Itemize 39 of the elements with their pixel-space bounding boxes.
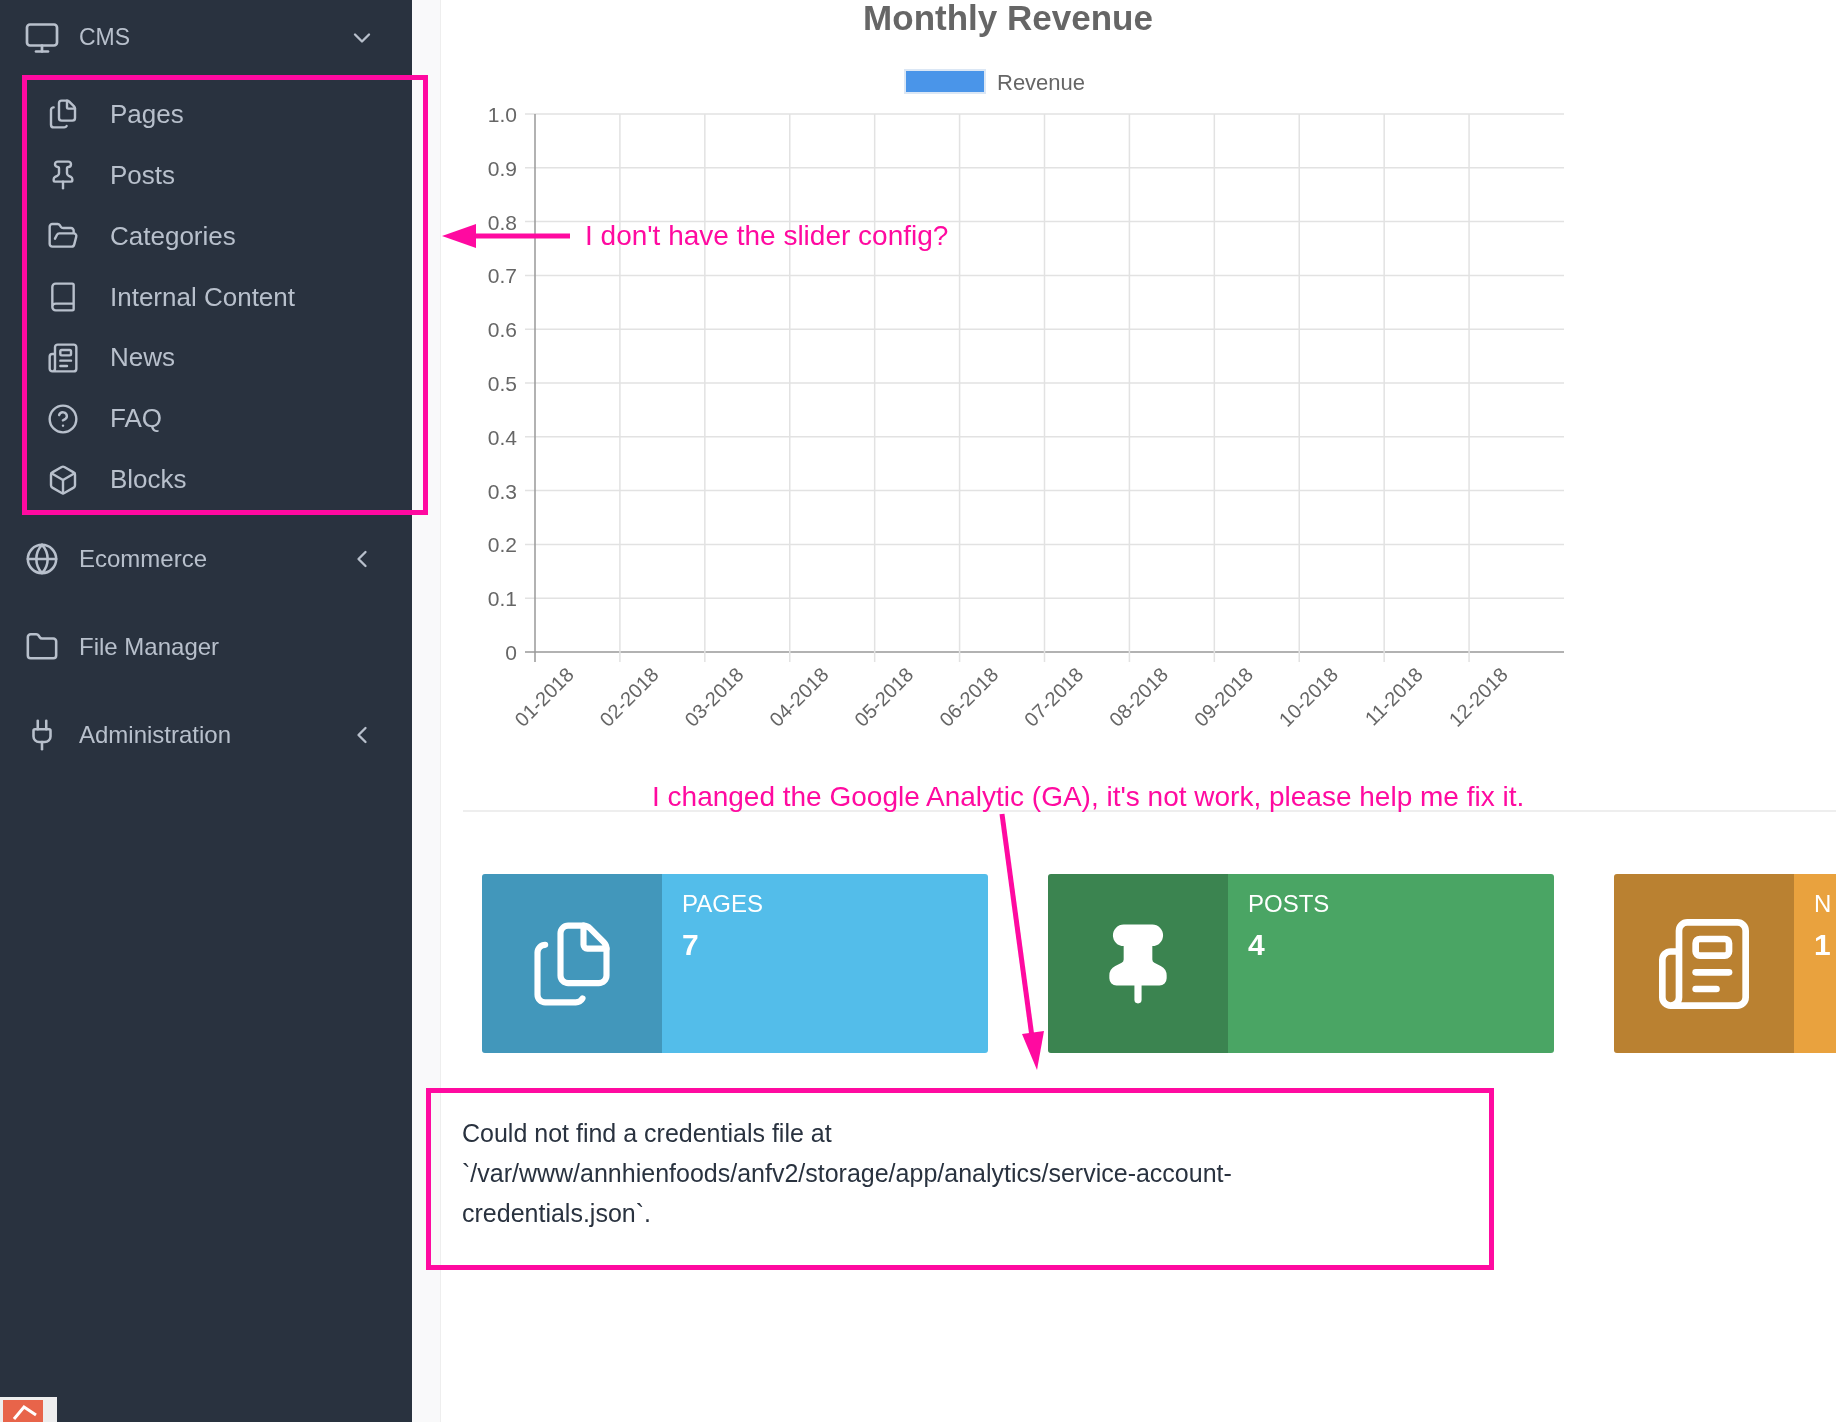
nav-item[interactable]: Posts (27, 144, 387, 206)
legend-label: Revenue (997, 70, 1086, 95)
newspaper-icon (47, 341, 79, 374)
card-value: 4 (1248, 927, 1266, 963)
globe-icon (25, 542, 59, 576)
nav-item[interactable]: Categories (27, 205, 387, 267)
y-tick-label: 0.4 (487, 425, 517, 449)
card-label: N (1814, 889, 1832, 919)
nav-item[interactable]: Pages (27, 84, 387, 145)
error-message: Could not find a credentials file at `/var/www/annhienfoods/anfv2/storage/app/analytics/service-account-credentials.json`. (462, 1118, 1233, 1229)
y-tick-label: 0.1 (487, 587, 517, 611)
cube-icon (47, 463, 79, 496)
nav-item[interactable]: Ecommerce (0, 515, 412, 603)
y-tick-label: 1.0 (487, 103, 517, 126)
y-tick-label: 0.9 (487, 156, 517, 180)
card-value: 1 (1814, 927, 1832, 963)
nav-item[interactable]: File Manager (0, 603, 412, 691)
card-label: POSTS (1248, 889, 1330, 919)
pages-icon (47, 98, 79, 131)
y-tick-label: 0.3 (487, 479, 517, 503)
nav-item[interactable]: FAQ (27, 388, 387, 450)
nav-item[interactable]: News (27, 327, 387, 389)
y-tick-label: 0.2 (487, 533, 517, 557)
y-tick-label: 0.7 (487, 264, 517, 288)
card-label: PAGES (682, 889, 763, 919)
card-value: 7 (682, 927, 700, 963)
nav-item[interactable]: Administration (0, 691, 412, 779)
annotation-text: I changed the Google Analytic (GA), it's not work, please help me fix it. (652, 780, 1525, 814)
y-tick-label: 0 (505, 641, 517, 664)
y-tick-label: 0.5 (487, 372, 517, 395)
nav-item[interactable]: Internal Content (27, 266, 387, 328)
nav-item[interactable]: CMS (0, 19, 412, 56)
annotation-text: I don't have the slider config? (585, 219, 949, 253)
y-tick-label: 0.8 (487, 210, 517, 234)
y-tick-label: 0.6 (487, 318, 517, 342)
help-icon (47, 402, 79, 435)
chart-title: Monthly Revenue (863, 0, 1153, 37)
nav-item[interactable]: Blocks (27, 449, 387, 510)
corner-icon[interactable] (0, 1397, 57, 1422)
